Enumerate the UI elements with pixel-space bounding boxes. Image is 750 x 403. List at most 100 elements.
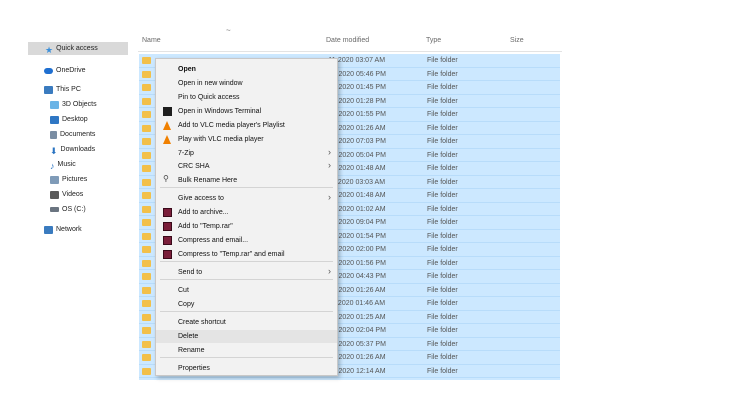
menu-separator (160, 357, 333, 358)
menu-item-open[interactable]: Open (156, 63, 337, 76)
menu-item-add-to-temp-rar[interactable]: Add to "Temp.rar" (156, 220, 337, 233)
cloud-icon (44, 67, 53, 74)
pictures-icon (50, 175, 59, 184)
sidebar-item-desktop[interactable]: Desktop (50, 113, 88, 126)
menu-item-add-to-vlc-media-player-s-playlist[interactable]: Add to VLC media player's Playlist (156, 119, 337, 132)
menu-item-label: Send to (178, 269, 203, 276)
type-cell: File folder (427, 340, 458, 348)
sidebar-item-label: Downloads (60, 146, 96, 153)
type-cell: File folder (427, 124, 458, 132)
folder-icon (142, 151, 151, 159)
menu-item-bulk-rename-here[interactable]: ⚲ Bulk Rename Here (156, 174, 337, 187)
sidebar-item-os-c[interactable]: OS (C:) (50, 203, 86, 216)
menu-item-copy[interactable]: Copy (156, 298, 337, 311)
type-cell: File folder (427, 205, 458, 213)
terminal-icon (163, 107, 172, 116)
sidebar-item-documents[interactable]: Documents (50, 128, 95, 141)
type-cell: File folder (427, 232, 458, 240)
menu-item-add-to-archive[interactable]: Add to archive... (156, 206, 337, 219)
menu-item-rename[interactable]: Rename (156, 344, 337, 357)
menu-item-label: Delete (178, 333, 199, 340)
type-cell: File folder (427, 300, 458, 307)
menu-item-create-shortcut[interactable]: Create shortcut (156, 316, 337, 329)
winrar-icon (163, 250, 172, 259)
menu-item-label: CRC SHA (178, 163, 210, 170)
menu-item-label: Properties (178, 365, 210, 372)
folder-icon (142, 138, 151, 145)
sidebar-item-pictures[interactable]: Pictures (50, 173, 87, 186)
column-header-size[interactable]: Size (510, 37, 524, 44)
menu-item-label: 7-Zip (178, 150, 194, 157)
type-cell: File folder (427, 273, 458, 280)
type-cell: File folder (427, 97, 458, 105)
folder-icon (142, 340, 151, 348)
menu-item-give-access-to[interactable]: Give access to › (156, 192, 337, 205)
type-cell: File folder (427, 219, 458, 226)
menu-item-label: Give access to (178, 195, 224, 202)
menu-item-open-in-new-window[interactable]: Open in new window (156, 77, 337, 90)
submenu-arrow-icon: › (328, 192, 331, 202)
type-cell: File folder (427, 259, 458, 267)
column-header-type[interactable]: Type (426, 37, 441, 44)
menu-item-label: Add to archive... (178, 209, 229, 216)
header-divider (138, 51, 562, 52)
menu-item-crc-sha[interactable]: CRC SHA › (156, 160, 337, 173)
star-icon: ★ (45, 44, 54, 55)
folder-icon (142, 367, 151, 375)
sidebar-item-videos[interactable]: Videos (50, 188, 83, 201)
sidebar-item-3d-objects[interactable]: 3D Objects (50, 98, 97, 111)
sidebar-item-music[interactable]: ♪ Music (50, 158, 76, 171)
menu-item-7-zip[interactable]: 7-Zip › (156, 147, 337, 160)
type-cell: File folder (427, 70, 458, 78)
desktop-icon (50, 115, 59, 124)
submenu-arrow-icon: › (328, 160, 331, 170)
type-cell: File folder (427, 138, 458, 145)
sidebar-item-this-pc[interactable]: This PC (44, 83, 81, 96)
menu-item-compress-to-temp-rar-and-email[interactable]: Compress to "Temp.rar" and email (156, 248, 337, 261)
sidebar-item-label: Videos (62, 191, 84, 198)
menu-item-play-with-vlc-media-player[interactable]: Play with VLC media player (156, 133, 337, 146)
column-header-date-modified[interactable]: Date modified (326, 37, 369, 44)
menu-item-compress-and-email[interactable]: Compress and email... (156, 234, 337, 247)
sidebar-item-quick-access[interactable]: ★ Quick access (28, 42, 128, 55)
menu-item-pin-to-quick-access[interactable]: Pin to Quick access (156, 91, 337, 104)
menu-item-cut[interactable]: Cut (156, 284, 337, 297)
sidebar-item-label: Quick access (56, 45, 98, 52)
menu-separator (160, 261, 333, 262)
type-cell: File folder (427, 57, 458, 64)
submenu-arrow-icon: › (328, 147, 331, 157)
menu-item-label: Cut (178, 287, 189, 294)
folder-icon (142, 354, 151, 361)
type-cell: File folder (427, 327, 458, 334)
menu-item-label: Pin to Quick access (178, 94, 240, 101)
menu-item-send-to[interactable]: Send to › (156, 266, 337, 279)
title-fragment: ~ (226, 26, 231, 35)
type-cell: File folder (427, 354, 458, 361)
menu-separator (160, 279, 333, 280)
type-cell: File folder (427, 192, 458, 199)
sidebar-item-onedrive[interactable]: OneDrive (44, 64, 86, 77)
sidebar-item-network[interactable]: Network (44, 223, 82, 236)
folder-icon (142, 273, 151, 280)
vlc-cone-icon (163, 121, 171, 130)
folder-icon (142, 57, 151, 64)
sidebar-item-label: OS (C:) (62, 206, 86, 213)
menu-item-label: Add to "Temp.rar" (178, 223, 233, 230)
type-cell: File folder (427, 367, 458, 375)
menu-item-delete[interactable]: Delete (156, 330, 337, 343)
winrar-icon (163, 222, 172, 231)
folder-icon (142, 327, 151, 334)
menu-item-label: Bulk Rename Here (178, 177, 238, 184)
sidebar-item-downloads[interactable]: ⬇ Downloads (50, 143, 95, 156)
menu-item-label: Create shortcut (178, 319, 226, 326)
menu-separator (160, 311, 333, 312)
folder-icon (142, 165, 151, 172)
type-cell: File folder (427, 111, 458, 118)
folder-icon (142, 205, 151, 213)
music-icon: ♪ (50, 160, 55, 171)
menu-item-open-in-windows-terminal[interactable]: Open in Windows Terminal (156, 105, 337, 118)
download-icon: ⬇ (50, 145, 58, 156)
column-header-name[interactable]: Name (142, 37, 161, 44)
menu-item-properties[interactable]: Properties (156, 362, 337, 375)
sidebar-item-label: This PC (56, 86, 81, 93)
